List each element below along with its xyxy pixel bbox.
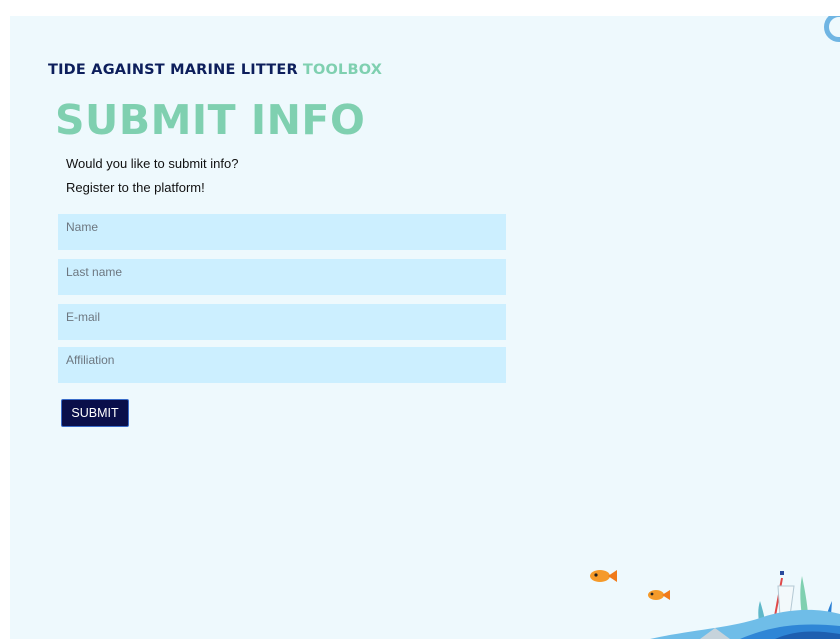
brand-logo-text[interactable]: TIDE AGAINST MARINE LITTER TOOLBOX xyxy=(48,62,382,78)
email-field[interactable]: E-mail xyxy=(58,304,506,340)
fish-icon xyxy=(590,570,617,582)
corner-circle-icon xyxy=(824,16,840,42)
submit-button[interactable]: SUBMIT xyxy=(61,399,129,427)
page-title: SUBMIT INFO xyxy=(55,96,366,144)
brand-primary: TIDE AGAINST MARINE LITTER xyxy=(48,62,298,78)
page-container: TIDE AGAINST MARINE LITTER TOOLBOX SUBMIT… xyxy=(10,16,840,639)
intro-line-2: Register to the platform! xyxy=(66,180,205,195)
name-placeholder: Name xyxy=(66,220,99,234)
ocean-illustration xyxy=(590,570,840,639)
email-placeholder: E-mail xyxy=(66,310,101,324)
fish-icon xyxy=(648,590,670,600)
last-name-field[interactable]: Last name xyxy=(58,259,506,295)
last-name-placeholder: Last name xyxy=(66,265,123,279)
affiliation-field[interactable]: Affiliation xyxy=(58,347,506,383)
brand-accent: TOOLBOX xyxy=(302,62,383,78)
name-field[interactable]: Name xyxy=(58,214,506,250)
intro-line-1: Would you like to submit info? xyxy=(66,156,239,171)
wave-icon xyxy=(650,609,840,639)
affiliation-placeholder: Affiliation xyxy=(66,353,115,367)
